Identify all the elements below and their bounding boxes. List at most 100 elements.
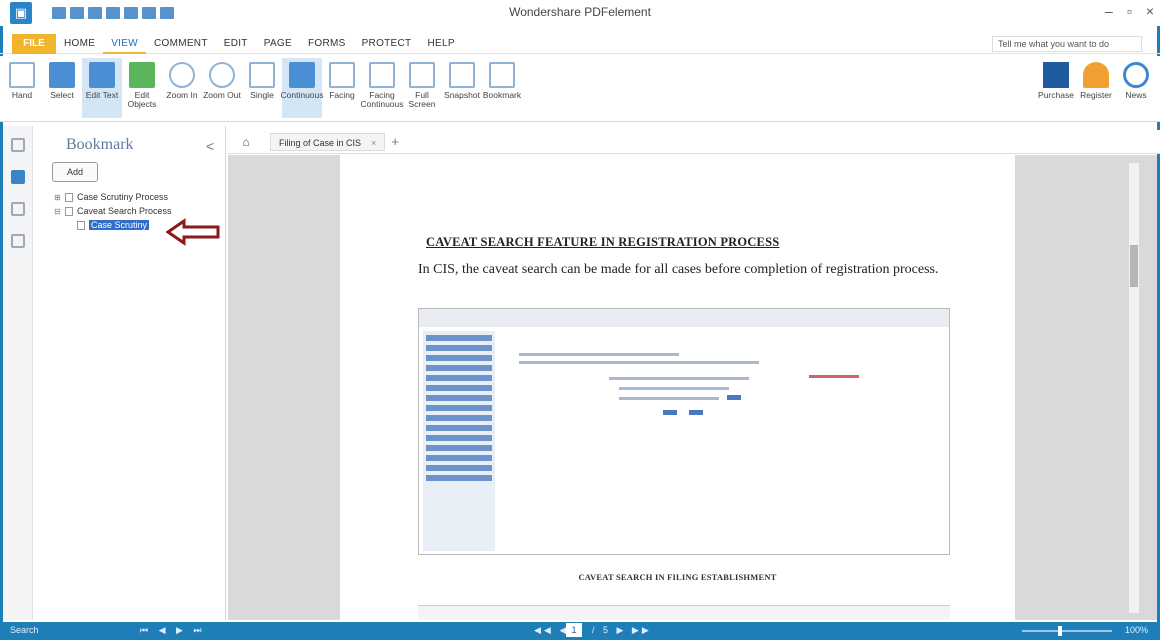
zoom-in-button[interactable]: Zoom In xyxy=(162,58,202,118)
close-tab-icon[interactable]: × xyxy=(371,134,376,150)
document-heading: CAVEAT SEARCH FEATURE IN REGISTRATION PR… xyxy=(426,235,780,249)
bookmark-page-icon xyxy=(65,206,73,216)
hand-icon xyxy=(9,62,35,88)
zoom-slider[interactable] xyxy=(1022,630,1112,632)
embedded-screenshot-image xyxy=(418,308,950,555)
app-logo-icon: ▣ xyxy=(10,2,32,24)
home-tab-icon[interactable]: ⌂ xyxy=(236,135,256,149)
hand-button[interactable]: Hand xyxy=(2,58,42,118)
single-page-icon xyxy=(249,62,275,88)
purchase-button[interactable]: Purchase xyxy=(1036,58,1076,118)
ribbon-button-label: Single xyxy=(250,90,274,100)
facing-continuous-button[interactable]: Facing Continuous xyxy=(360,58,404,118)
snapshot-button[interactable]: Snapshot xyxy=(442,58,482,118)
bookmark-tree: ⊞ Case Scrutiny Process ⊟ Caveat Search Pro… xyxy=(44,190,172,232)
bookmark-panel-title: Bookmark xyxy=(66,136,134,153)
figure-caption: CAVEAT SEARCH IN FILING ESTABLISHMENT xyxy=(578,572,777,582)
document-paragraph: In CIS, the caveat search can be made fo… xyxy=(418,262,939,277)
continuous-icon xyxy=(289,62,315,88)
ribbon-button-label: Zoom Out xyxy=(203,90,241,100)
menu-tab-protect[interactable]: PROTECT xyxy=(354,34,420,54)
ribbon-button-label: Edit Objects xyxy=(127,90,157,109)
view-nav-controls[interactable]: ⏮ ◀ ▶ ⏭ xyxy=(140,625,206,636)
bookmark-item-label: Caveat Search Process xyxy=(77,206,172,216)
news-button[interactable]: News xyxy=(1116,58,1156,118)
zoom-level[interactable]: 100% xyxy=(1125,625,1148,635)
edit-objects-button[interactable]: Edit Objects xyxy=(122,58,162,118)
ribbon-button-label: Continuous xyxy=(280,90,324,100)
collapse-panel-button[interactable]: < xyxy=(206,138,214,154)
edit-text-button[interactable]: Edit Text xyxy=(82,58,122,118)
ribbon-left-group: Hand Select Edit Text Edit Objects Zoom In Zo… xyxy=(2,58,522,118)
file-menu[interactable]: FILE xyxy=(12,33,56,54)
print-icon[interactable] xyxy=(88,7,102,19)
ribbon-toolbar: Hand Select Edit Text Edit Objects Zoom In Zo… xyxy=(0,56,1160,122)
zoom-in-icon xyxy=(169,62,195,88)
snapshot-icon xyxy=(449,62,475,88)
undo-icon[interactable] xyxy=(124,7,138,19)
ribbon-button-label: News xyxy=(1125,90,1147,100)
menu-tab-forms[interactable]: FORMS xyxy=(300,34,354,54)
next-page-buttons[interactable]: / 5 ▶ ▶▶ xyxy=(592,625,652,636)
menu-tab-view[interactable]: VIEW xyxy=(103,34,146,54)
tab-document[interactable]: Filing of Case in CIS × xyxy=(270,132,386,151)
new-tab-button[interactable]: + xyxy=(391,134,399,149)
register-button[interactable]: Register xyxy=(1076,58,1116,118)
bookmarks-panel-icon[interactable] xyxy=(10,170,25,184)
bookmark-item[interactable]: ⊟ Caveat Search Process xyxy=(44,204,172,218)
single-page-button[interactable]: Single xyxy=(242,58,282,118)
tell-me-search-input[interactable]: Tell me what you want to do xyxy=(992,36,1142,52)
register-icon xyxy=(1083,62,1109,88)
bookmark-item-label: Case Scrutiny xyxy=(89,220,150,230)
add-bookmark-button[interactable]: Add xyxy=(52,162,98,182)
bookmark-item[interactable]: Case Scrutiny xyxy=(44,218,172,232)
open-icon[interactable] xyxy=(70,7,84,19)
save-icon[interactable] xyxy=(52,7,66,19)
ribbon-button-label: Purchase xyxy=(1038,90,1074,100)
menu-tab-help[interactable]: HELP xyxy=(419,34,462,54)
expand-toggle-icon[interactable]: ⊟ xyxy=(54,207,63,216)
ribbon-button-label: Full Screen xyxy=(408,90,436,109)
select-button[interactable]: Select xyxy=(42,58,82,118)
news-icon xyxy=(1123,62,1149,88)
prev-page-buttons[interactable]: ◀◀ ◀ xyxy=(534,625,569,636)
menu-tab-comment[interactable]: COMMENT xyxy=(146,34,216,54)
ribbon-button-label: Snapshot xyxy=(444,90,480,100)
document-tab-bar: ⌂ Filing of Case in CIS × + xyxy=(228,130,1160,154)
zoom-out-button[interactable]: Zoom Out xyxy=(202,58,242,118)
zoom-slider-knob[interactable] xyxy=(1058,626,1062,636)
menu-tab-home[interactable]: HOME xyxy=(56,34,103,54)
ribbon-button-label: Facing Continuous xyxy=(360,90,404,109)
facing-button[interactable]: Facing xyxy=(322,58,362,118)
vertical-scrollbar[interactable] xyxy=(1129,163,1139,613)
ribbon-button-label: Edit Text xyxy=(85,90,119,100)
annotations-icon[interactable] xyxy=(10,202,25,216)
page-number-input[interactable]: 1 xyxy=(566,623,582,637)
customize-icon[interactable] xyxy=(160,7,174,19)
thumbnails-icon[interactable] xyxy=(10,138,25,152)
quick-access-toolbar xyxy=(52,7,174,19)
pdf-page[interactable]: CAVEAT SEARCH FEATURE IN REGISTRATION PR… xyxy=(340,155,1015,620)
maximize-button[interactable]: ▫ xyxy=(1127,3,1132,19)
bookmark-item[interactable]: ⊞ Case Scrutiny Process xyxy=(44,190,172,204)
menu-tab-edit[interactable]: EDIT xyxy=(216,34,256,54)
facing-continuous-icon xyxy=(369,62,395,88)
select-icon xyxy=(49,62,75,88)
document-canvas[interactable]: CAVEAT SEARCH FEATURE IN REGISTRATION PR… xyxy=(228,155,1157,620)
close-button[interactable]: × xyxy=(1146,3,1154,19)
full-screen-button[interactable]: Full Screen xyxy=(402,58,442,118)
minimize-button[interactable]: – xyxy=(1105,3,1113,19)
edit-text-icon xyxy=(89,62,115,88)
ribbon-button-label: Hand xyxy=(11,90,33,100)
expand-toggle-icon[interactable]: ⊞ xyxy=(54,193,63,202)
search-icon[interactable] xyxy=(10,234,25,248)
redo-icon[interactable] xyxy=(142,7,156,19)
bookmark-button[interactable]: Bookmark xyxy=(482,58,522,118)
continuous-button[interactable]: Continuous xyxy=(280,58,324,118)
ribbon-button-label: Bookmark xyxy=(482,90,522,100)
scrollbar-thumb[interactable] xyxy=(1130,245,1138,287)
email-icon[interactable] xyxy=(106,7,120,19)
ribbon-button-label: Zoom In xyxy=(166,90,198,100)
ribbon-button-label: Facing xyxy=(329,90,355,100)
menu-tab-page[interactable]: PAGE xyxy=(256,34,300,54)
